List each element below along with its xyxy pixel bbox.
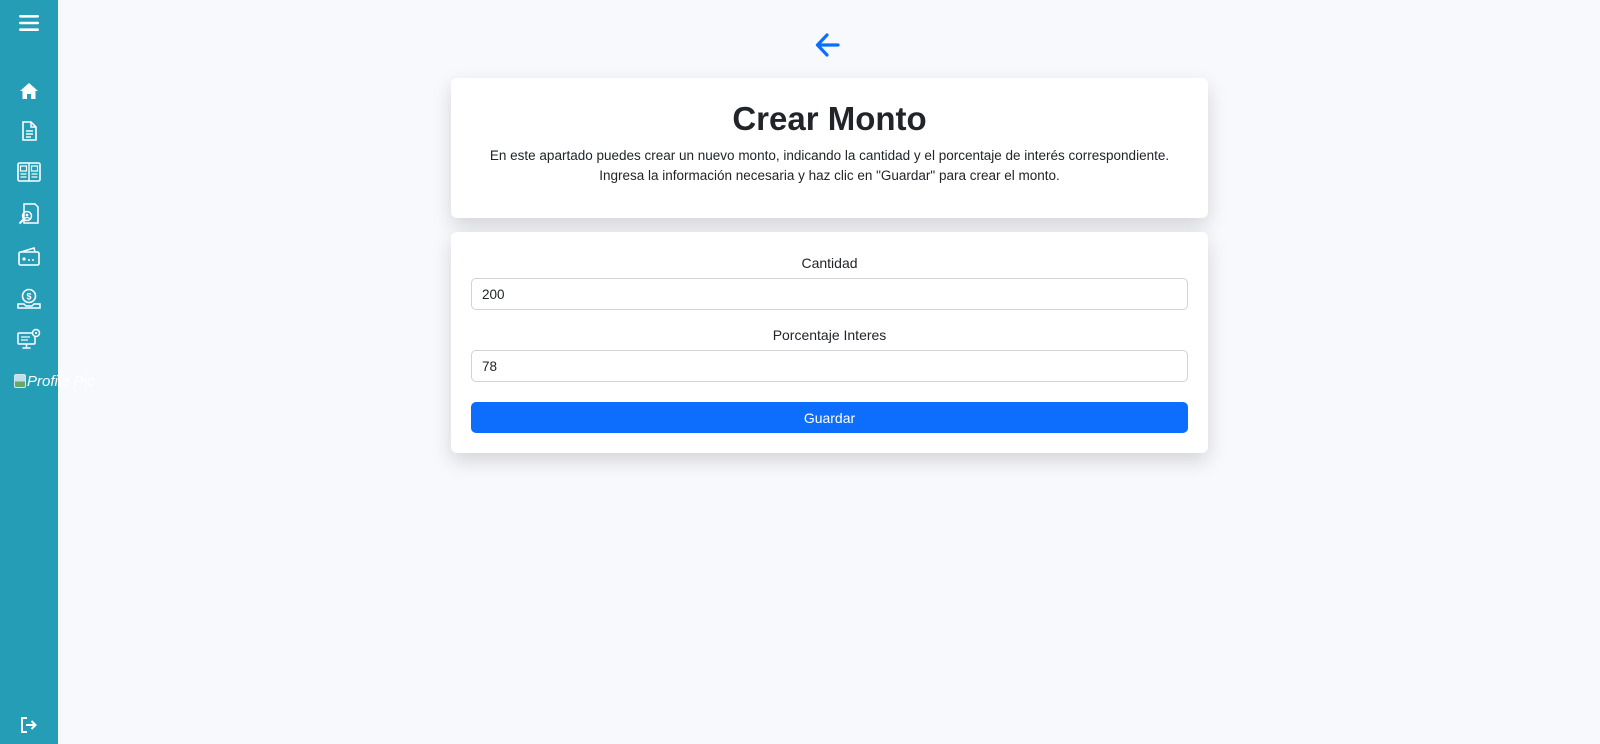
broken-image-icon <box>14 374 26 388</box>
monitor-settings-icon[interactable] <box>0 323 58 355</box>
svg-text:$: $ <box>26 292 31 302</box>
porcentaje-label: Porcentaje Interes <box>772 327 887 343</box>
payment-icon[interactable]: $ <box>0 282 58 314</box>
document-icon[interactable] <box>0 115 58 147</box>
page-description: En este apartado puedes crear un nuevo m… <box>489 148 1170 183</box>
header-card: Crear Monto En este apartado puedes crea… <box>451 78 1208 218</box>
cantidad-input[interactable] <box>471 278 1188 310</box>
page-title: Crear Monto <box>732 100 927 137</box>
profile-picture[interactable]: Profile Pic <box>14 371 114 391</box>
porcentaje-input[interactable] <box>471 350 1188 382</box>
catalog-icon[interactable] <box>0 156 58 188</box>
home-icon[interactable] <box>0 75 58 107</box>
arrow-left-icon[interactable] <box>814 32 842 58</box>
search-document-icon[interactable] <box>0 198 58 230</box>
profile-alt-text: Profile Pic <box>27 372 95 390</box>
wallet-icon[interactable] <box>0 240 58 272</box>
cantidad-label: Cantidad <box>801 255 858 271</box>
logout-icon[interactable] <box>0 709 58 741</box>
sidebar: $ Profile Pic <box>0 0 95 744</box>
menu-icon[interactable] <box>0 7 58 39</box>
save-button[interactable]: Guardar <box>471 402 1188 433</box>
form-card: Cantidad Porcentaje Interes Guardar <box>451 232 1208 453</box>
